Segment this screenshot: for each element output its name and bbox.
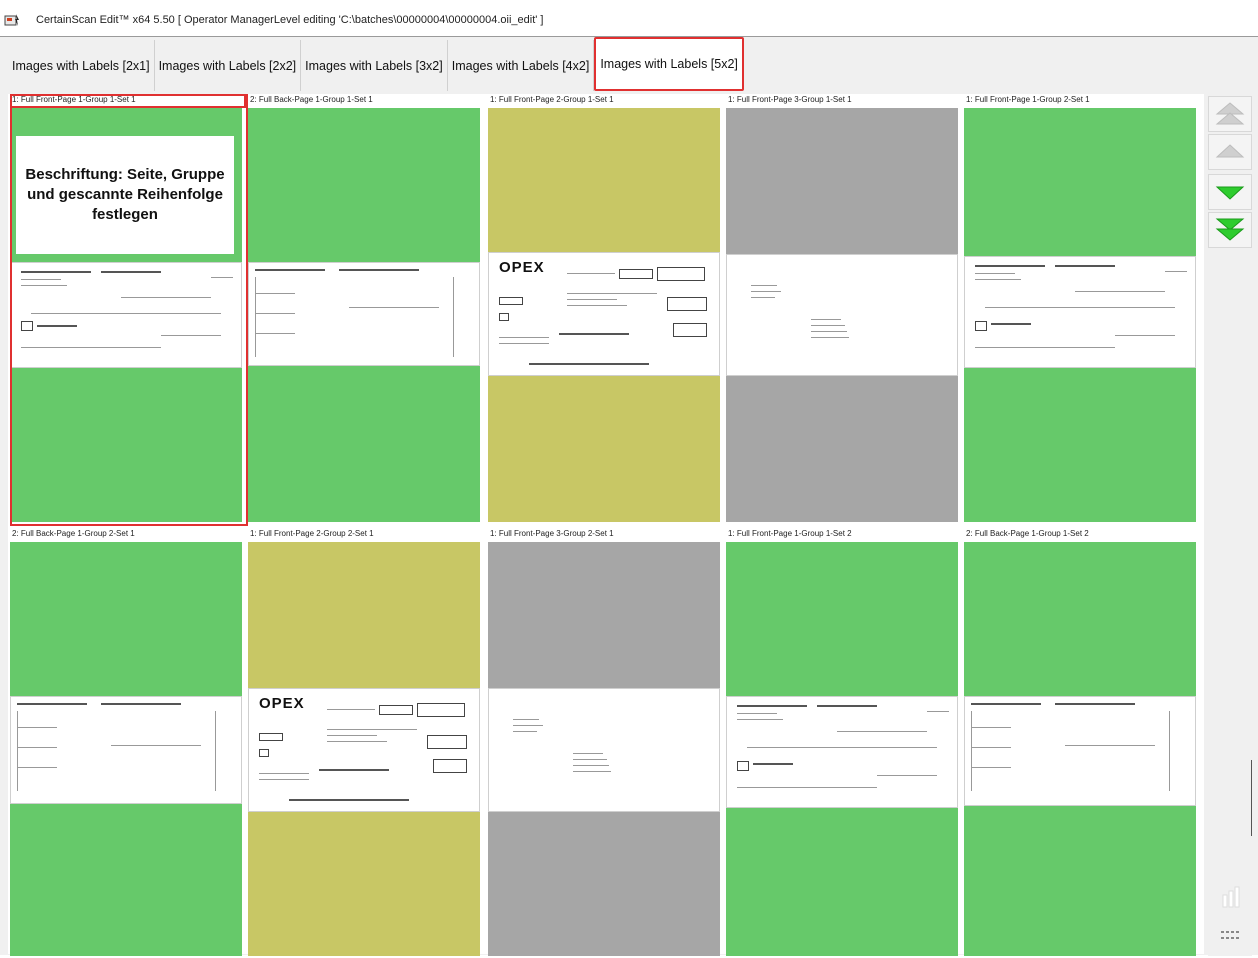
cell-label: 2: Full Back-Page 1-Group 1-Set 1	[250, 95, 373, 104]
envelope-image	[726, 254, 958, 376]
cell-label: 1: Full Front-Page 2-Group 2-Set 1	[250, 529, 374, 538]
opex-logo: OPEX	[259, 695, 305, 712]
down-arrow-icon	[1215, 186, 1245, 200]
cell-background	[726, 108, 958, 522]
cell-label: 1: Full Front-Page 1-Group 1-Set 1	[12, 95, 136, 104]
image-cell[interactable]: 1: Full Front-Page 3-Group 2-Set 1	[488, 528, 720, 958]
cell-label: 2: Full Back-Page 1-Group 2-Set 1	[12, 529, 135, 538]
cell-background	[248, 108, 480, 522]
image-cell[interactable]: 2: Full Back-Page 1-Group 1-Set 1	[248, 94, 480, 524]
check-back-image	[248, 262, 480, 366]
annotation-callout: Beschriftung: Seite, Gruppe und gescannt…	[16, 136, 234, 254]
cell-background	[964, 542, 1196, 956]
scroll-top-button[interactable]	[1208, 96, 1252, 132]
double-down-arrow-icon	[1215, 218, 1245, 241]
image-cell[interactable]: 1: Full Front-Page 1-Group 1-Set 2	[726, 528, 958, 958]
check-front-image	[726, 696, 958, 808]
image-cell[interactable]: 2: Full Back-Page 1-Group 2-Set 1	[10, 528, 242, 958]
image-cell[interactable]: 2: Full Back-Page 1-Group 1-Set 2	[964, 528, 1196, 958]
scroll-up-button[interactable]	[1208, 134, 1252, 170]
image-grid: 1: Full Front-Page 1-Group 1-Set 1 2: Fu…	[8, 94, 1204, 956]
cell-background	[488, 542, 720, 956]
window-title: CertainScan Edit™ x64 5.50 [ Operator Ma…	[36, 14, 544, 26]
tab-4x2[interactable]: Images with Labels [4x2]	[447, 40, 595, 91]
bars-icon	[1222, 886, 1240, 908]
image-cell[interactable]: 1: Full Front-Page 3-Group 1-Set 1	[726, 94, 958, 524]
cell-label: 1: Full Front-Page 3-Group 2-Set 1	[490, 529, 614, 538]
opex-document-image: OPEX	[488, 252, 720, 376]
title-bar: CertainScan Edit™ x64 5.50 [ Operator Ma…	[0, 0, 1258, 34]
tab-5x2[interactable]: Images with Labels [5x2]	[594, 37, 744, 91]
check-front-image	[964, 256, 1196, 368]
cell-background: OPEX	[248, 542, 480, 956]
grid-dots-icon	[1221, 931, 1239, 939]
app-icon	[4, 14, 19, 26]
opex-logo: OPEX	[499, 259, 545, 276]
envelope-image	[488, 688, 720, 812]
check-back-image	[10, 696, 242, 804]
double-up-arrow-icon	[1215, 102, 1245, 125]
view-toggle-button[interactable]	[1208, 880, 1252, 916]
up-arrow-icon	[1215, 144, 1245, 158]
scroll-indicator	[1251, 760, 1252, 836]
cell-background: OPEX	[488, 108, 720, 522]
scroll-down-button[interactable]	[1208, 174, 1252, 210]
cell-background	[10, 542, 242, 956]
cell-label: 2: Full Back-Page 1-Group 1-Set 2	[966, 529, 1089, 538]
image-cell[interactable]: 1: Full Front-Page 1-Group 2-Set 1	[964, 94, 1196, 524]
opex-document-image: OPEX	[248, 688, 480, 812]
tab-2x2[interactable]: Images with Labels [2x2]	[154, 40, 302, 91]
tab-2x1[interactable]: Images with Labels [2x1]	[8, 40, 155, 91]
tab-bar: Images with Labels [2x1] Images with Lab…	[8, 37, 744, 91]
check-back-image	[964, 696, 1196, 806]
cell-label: 1: Full Front-Page 2-Group 1-Set 1	[490, 95, 614, 104]
cell-label: 1: Full Front-Page 3-Group 1-Set 1	[728, 95, 852, 104]
scroll-bottom-button[interactable]	[1208, 212, 1252, 248]
image-cell[interactable]: 1: Full Front-Page 2-Group 2-Set 1 OPEX	[248, 528, 480, 958]
cell-background	[964, 108, 1196, 522]
check-front-image	[10, 262, 242, 368]
cell-label: 1: Full Front-Page 1-Group 1-Set 2	[728, 529, 852, 538]
tab-3x2[interactable]: Images with Labels [3x2]	[301, 40, 448, 91]
cell-background	[726, 542, 958, 956]
grid-layout-button[interactable]	[1208, 920, 1252, 956]
image-cell[interactable]: 1: Full Front-Page 2-Group 1-Set 1 OPEX	[488, 94, 720, 524]
cell-label: 1: Full Front-Page 1-Group 2-Set 1	[966, 95, 1090, 104]
